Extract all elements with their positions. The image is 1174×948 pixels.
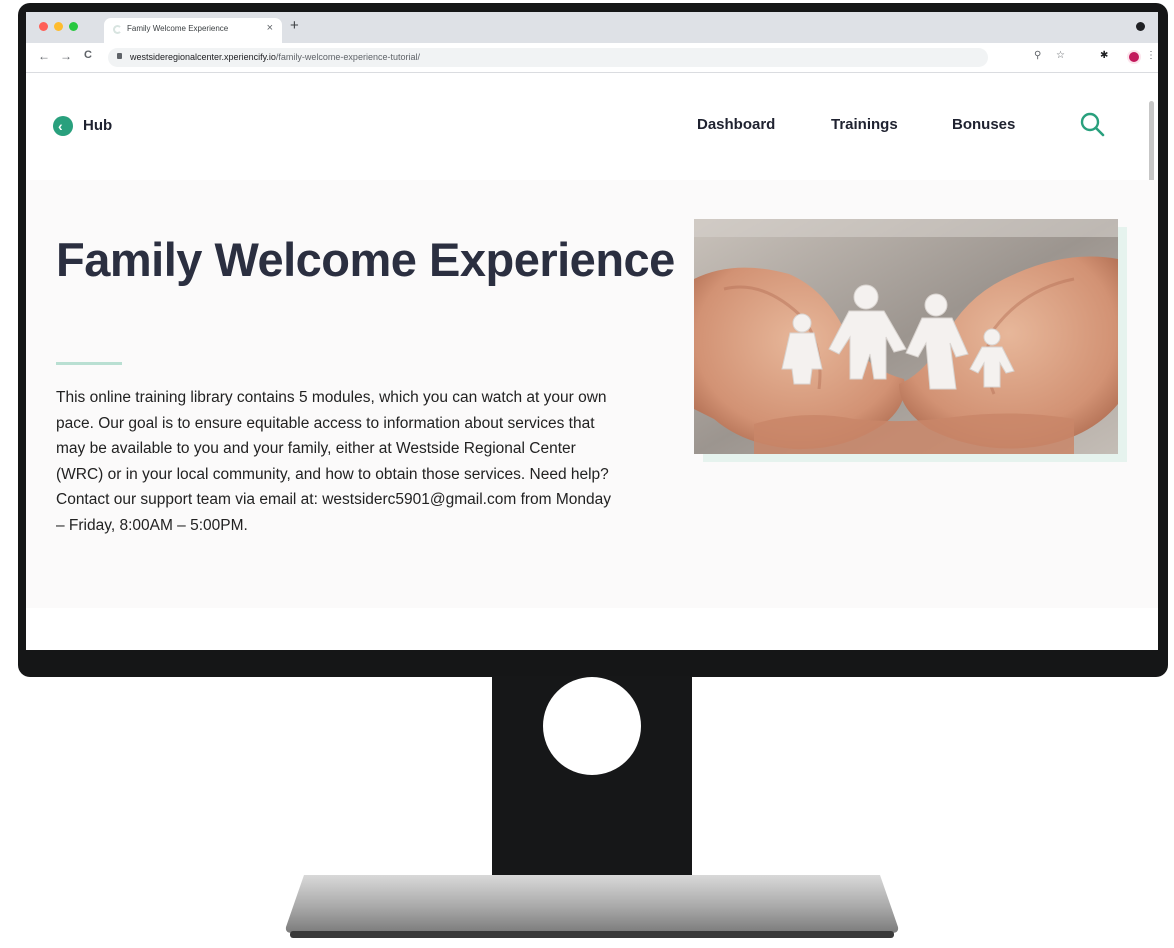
nav-trainings[interactable]: Trainings [831, 116, 898, 133]
url-text: westsideregionalcenter.xperiencify.io/fa… [130, 52, 420, 62]
profile-avatar[interactable] [1127, 50, 1141, 64]
forward-button[interactable]: → [60, 49, 72, 63]
back-button[interactable]: ← [38, 49, 50, 63]
reload-button[interactable]: C [84, 49, 92, 61]
hero-image [694, 219, 1118, 454]
tab-title: Family Welcome Experience [127, 24, 229, 33]
hub-back-button[interactable]: ‹ Hub [53, 113, 133, 139]
chevron-left-icon: ‹ [53, 116, 73, 136]
lock-icon [117, 53, 122, 59]
monitor-screen: Family Welcome Experience × + ← → C west… [26, 12, 1158, 650]
browser-tab[interactable]: Family Welcome Experience × [104, 18, 282, 43]
monitor-stand-base [284, 873, 900, 939]
browser-tab-bar: Family Welcome Experience × + [26, 12, 1158, 43]
bookmark-star-icon[interactable]: ☆ [1056, 50, 1065, 61]
hub-label: Hub [83, 117, 113, 134]
zoom-icon[interactable]: ⚲ [1034, 50, 1041, 61]
browser-menu-icon[interactable]: ⋮ [1146, 50, 1156, 61]
nav-dashboard[interactable]: Dashboard [697, 116, 775, 133]
browser-status-dot-icon [1136, 22, 1145, 31]
stand-cable-hole [543, 677, 641, 775]
browser-toolbar: ← → C westsideregionalcenter.xperiencify… [26, 43, 1158, 73]
page-title: Family Welcome Experience [56, 233, 675, 286]
address-bar[interactable]: westsideregionalcenter.xperiencify.io/fa… [108, 48, 988, 67]
hero-description: This online training library contains 5 … [56, 389, 612, 534]
nav-bonuses[interactable]: Bonuses [952, 116, 1015, 133]
hero-section: Family Welcome Experience This online tr… [26, 180, 1158, 608]
tab-favicon-icon [113, 25, 122, 34]
search-button[interactable] [1078, 110, 1108, 140]
minimize-window-button[interactable] [54, 22, 63, 31]
web-page: ‹ Hub Dashboard Trainings Bonuses Family… [26, 73, 1158, 650]
extensions-puzzle-icon[interactable]: ✱ [1100, 50, 1108, 61]
hands-holding-paper-family-image [694, 219, 1118, 454]
tab-close-icon[interactable]: × [267, 22, 273, 34]
new-tab-button[interactable]: + [290, 17, 299, 34]
title-underline [56, 362, 122, 365]
maximize-window-button[interactable] [69, 22, 78, 31]
close-window-button[interactable] [39, 22, 48, 31]
search-icon [1080, 112, 1105, 137]
